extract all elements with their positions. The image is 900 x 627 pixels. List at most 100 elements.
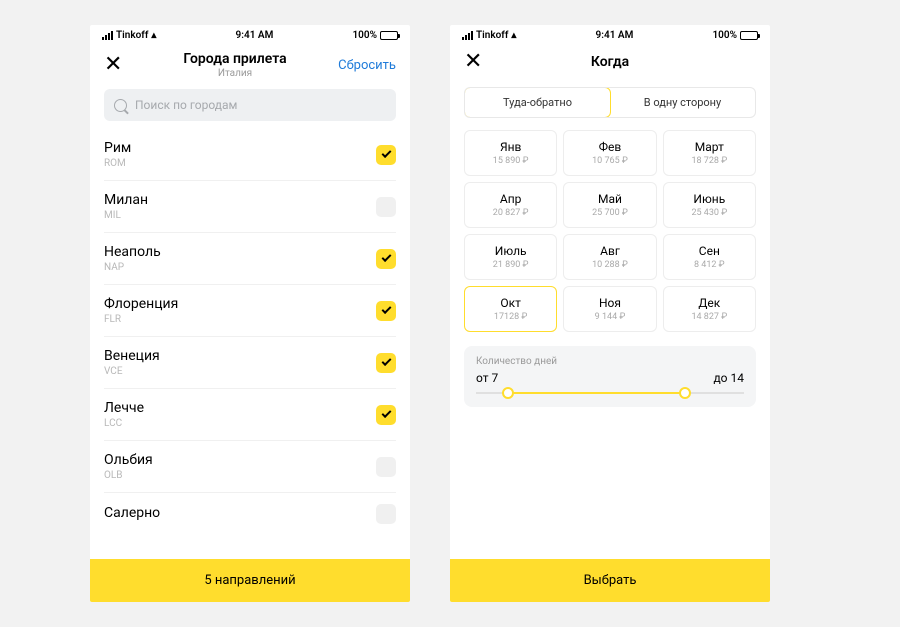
- city-code: NAP: [104, 262, 161, 273]
- city-checkbox[interactable]: [376, 145, 396, 165]
- city-row[interactable]: Салерно: [104, 493, 396, 535]
- month-cell[interactable]: Дек14 827 ₽: [663, 286, 756, 332]
- month-cell[interactable]: Фев 10 765 ₽: [563, 130, 656, 176]
- month-cell[interactable]: Июнь 25 430 ₽: [663, 182, 756, 228]
- city-checkbox[interactable]: [376, 249, 396, 269]
- battery-label: 100%: [712, 30, 737, 41]
- close-button[interactable]: ✕: [104, 54, 134, 76]
- city-name: Лечче: [104, 400, 144, 416]
- city-checkbox[interactable]: [376, 457, 396, 477]
- month-cell[interactable]: Апр20 827 ₽: [464, 182, 557, 228]
- battery-icon: [380, 31, 398, 40]
- month-name: Июнь: [668, 192, 751, 206]
- month-price: 25 430 ₽: [668, 208, 751, 218]
- city-name: Милан: [104, 192, 148, 208]
- city-checkbox[interactable]: [376, 353, 396, 373]
- month-name: Фев: [568, 140, 651, 154]
- days-slider[interactable]: [476, 387, 744, 399]
- battery-icon: [740, 31, 758, 40]
- city-checkbox[interactable]: [376, 301, 396, 321]
- month-cell[interactable]: Март 18 728 ₽: [663, 130, 756, 176]
- trip-type-segmented: Туда-обратно В одну сторону: [464, 87, 756, 118]
- month-price: 8 412 ₽: [668, 260, 751, 270]
- city-row[interactable]: НеапольNAP: [104, 233, 396, 285]
- city-checkbox[interactable]: [376, 504, 396, 524]
- tab-roundtrip[interactable]: Туда-обратно: [464, 87, 611, 118]
- city-row[interactable]: Лечче LCC: [104, 389, 396, 441]
- month-cell[interactable]: Сен8 412 ₽: [663, 234, 756, 280]
- city-code: LCC: [104, 418, 144, 429]
- tab-oneway[interactable]: В одну сторону: [610, 88, 755, 117]
- city-code: MIL: [104, 210, 148, 221]
- city-code: OLB: [104, 470, 153, 481]
- select-button[interactable]: Выбрать: [450, 559, 770, 602]
- close-button[interactable]: ✕: [464, 51, 494, 73]
- header: ✕ Города прилета Италия Сбросить: [90, 45, 410, 89]
- month-name: Март: [668, 140, 751, 154]
- days-from: от 7: [476, 371, 498, 385]
- city-name: Рим: [104, 140, 131, 156]
- wifi-icon: ▴: [151, 30, 156, 41]
- search-icon: [114, 99, 127, 112]
- month-cell[interactable]: Окт 17128 ₽: [464, 286, 557, 332]
- month-price: 17128 ₽: [469, 312, 552, 322]
- month-name: Май: [568, 192, 651, 206]
- carrier-label: Tinkoff: [476, 30, 508, 41]
- city-list: Рим ROM Милан MIL НеапольNAP Флоренция FLR Вене…: [90, 129, 410, 602]
- page-title: Когда: [494, 54, 726, 70]
- month-price: 9 144 ₽: [568, 312, 651, 322]
- cities-screen: Tinkoff ▴ 9:41 AM 100% ✕ Города прилета …: [90, 25, 410, 602]
- month-name: Июль: [469, 244, 552, 258]
- header: ✕ Когда: [450, 45, 770, 83]
- status-bar: Tinkoff ▴ 9:41 AM 100%: [450, 25, 770, 45]
- wifi-icon: ▴: [511, 30, 516, 41]
- city-checkbox[interactable]: [376, 405, 396, 425]
- city-row[interactable]: Венеция VCE: [104, 337, 396, 389]
- city-name: Ольбия: [104, 452, 153, 468]
- city-row[interactable]: Рим ROM: [104, 129, 396, 181]
- month-price: 20 827 ₽: [469, 208, 552, 218]
- city-row[interactable]: Милан MIL: [104, 181, 396, 233]
- days-range: Количество дней от 7 до 14: [464, 346, 756, 407]
- city-row[interactable]: Ольбия OLB: [104, 441, 396, 493]
- slider-handle-min[interactable]: [502, 387, 514, 399]
- city-checkbox[interactable]: [376, 197, 396, 217]
- signal-icon: [102, 31, 113, 40]
- status-time: 9:41 AM: [596, 30, 634, 41]
- slider-handle-max[interactable]: [679, 387, 691, 399]
- page-title: Города прилета: [134, 51, 336, 67]
- month-cell[interactable]: Май25 700 ₽: [563, 182, 656, 228]
- months-grid: Янв15 890 ₽ Фев 10 765 ₽ Март 18 728 ₽ Апр20 …: [450, 130, 770, 332]
- apply-button[interactable]: 5 направлений: [90, 559, 410, 602]
- month-cell[interactable]: Ноя9 144 ₽: [563, 286, 656, 332]
- search-placeholder: Поиск по городам: [135, 98, 237, 112]
- days-to: до 14: [713, 371, 744, 385]
- city-row[interactable]: Флоренция FLR: [104, 285, 396, 337]
- month-cell[interactable]: Янв15 890 ₽: [464, 130, 557, 176]
- city-name: Салерно: [104, 505, 160, 521]
- page-subtitle: Италия: [134, 68, 336, 79]
- month-cell[interactable]: Июль 21 890 ₽: [464, 234, 557, 280]
- city-code: VCE: [104, 366, 160, 377]
- city-code: FLR: [104, 314, 178, 325]
- reset-button[interactable]: Сбросить: [336, 58, 396, 73]
- month-price: 10 765 ₽: [568, 156, 651, 166]
- month-price: 14 827 ₽: [668, 312, 751, 322]
- month-price: 15 890 ₽: [469, 156, 552, 166]
- month-name: Авг: [568, 244, 651, 258]
- month-price: 10 288 ₽: [568, 260, 651, 270]
- when-screen: Tinkoff ▴ 9:41 AM 100% ✕ Когда Туда-обра…: [450, 25, 770, 602]
- status-bar: Tinkoff ▴ 9:41 AM 100%: [90, 25, 410, 45]
- month-price: 18 728 ₽: [668, 156, 751, 166]
- signal-icon: [462, 31, 473, 40]
- city-name: Венеция: [104, 348, 160, 364]
- month-price: 21 890 ₽: [469, 260, 552, 270]
- city-name: Флоренция: [104, 296, 178, 312]
- status-time: 9:41 AM: [236, 30, 274, 41]
- city-code: ROM: [104, 158, 131, 169]
- search-input[interactable]: Поиск по городам: [104, 89, 396, 121]
- battery-label: 100%: [352, 30, 377, 41]
- days-label: Количество дней: [476, 356, 744, 367]
- month-cell[interactable]: Авг 10 288 ₽: [563, 234, 656, 280]
- month-name: Окт: [469, 296, 552, 310]
